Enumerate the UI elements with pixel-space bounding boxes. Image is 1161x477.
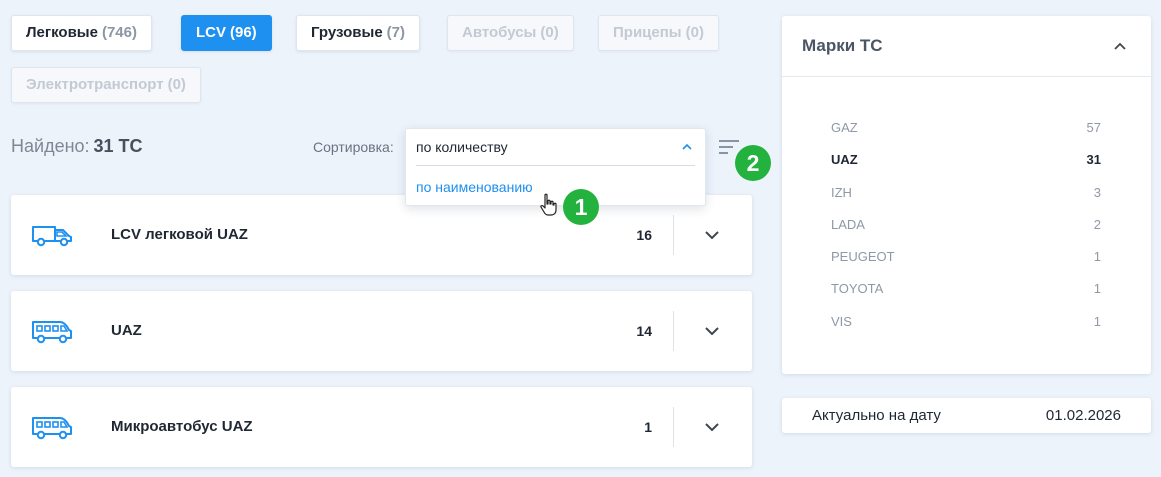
tab-count: (0)	[540, 24, 559, 41]
found-label: Найдено:	[11, 136, 90, 156]
card-divider	[673, 215, 674, 255]
pointer-hand-icon	[540, 193, 557, 216]
tab-label: Грузовые	[311, 24, 383, 41]
brand-name: TOYOTA	[831, 281, 884, 297]
sort-label: Сортировка:	[313, 139, 394, 155]
tab-label: Электротранспорт	[26, 76, 164, 93]
vehicle-card-count: 16	[636, 227, 652, 243]
vehicle-card[interactable]: Микроавтобус UAZ 1	[11, 387, 752, 467]
tab-count: (7)	[386, 24, 406, 41]
brand-name: GAZ	[831, 120, 858, 135]
brands-panel-header[interactable]: Марки ТС	[782, 16, 1151, 77]
tab-trailers: Прицепы (0)	[598, 15, 719, 51]
tab-lcv[interactable]: LCV (96)	[181, 15, 272, 51]
brand-count: 1	[1093, 281, 1101, 297]
brand-item-lada[interactable]: LADA 2	[831, 213, 1101, 245]
brand-item-uaz[interactable]: UAZ 31	[831, 148, 1101, 180]
brand-item-gaz[interactable]: GAZ 57	[831, 116, 1101, 148]
brands-panel-title: Марки ТС	[802, 36, 883, 55]
vehicle-card-title: UAZ	[111, 322, 142, 339]
tab-buses: Автобусы (0)	[447, 15, 574, 51]
brand-name: LADA	[831, 216, 865, 232]
vehicle-card-title: Микроавтобус UAZ	[111, 418, 253, 435]
brand-list: GAZ 57 UAZ 31 IZH 3 LADA 2 PEUGEOT 1 TOY…	[831, 116, 1101, 342]
tab-label: LCV	[196, 24, 226, 41]
brand-item-toyota[interactable]: TOYOTA 1	[831, 277, 1101, 309]
tab-count: (0)	[167, 76, 186, 93]
chevron-down-icon[interactable]	[701, 224, 723, 246]
tab-electric: Электротранспорт (0)	[11, 67, 201, 103]
dropdown-divider	[416, 165, 695, 166]
brand-count: 2	[1093, 216, 1101, 232]
step-badge-2: 2	[735, 145, 771, 181]
brand-item-peugeot[interactable]: PEUGEOT 1	[831, 245, 1101, 277]
chevron-up-icon[interactable]	[681, 141, 693, 153]
tab-count: (96)	[230, 24, 257, 41]
brand-item-izh[interactable]: IZH 3	[831, 181, 1101, 213]
found-summary: Найдено: 31 ТС	[11, 136, 143, 157]
found-value: 31 ТС	[93, 136, 143, 156]
tab-label: Легковые	[26, 24, 98, 41]
chevron-up-icon[interactable]	[1113, 40, 1127, 52]
minibus-icon	[32, 417, 72, 440]
chevron-down-icon[interactable]	[701, 320, 723, 342]
actual-date-value: 01.02.2026	[1045, 407, 1121, 424]
brand-name: IZH	[831, 184, 852, 200]
tab-label: Автобусы	[462, 24, 537, 41]
brand-item-vis[interactable]: VIS 1	[831, 310, 1101, 342]
vehicle-card-count: 14	[636, 323, 652, 339]
tab-trucks[interactable]: Грузовые (7)	[296, 15, 421, 51]
vehicle-card[interactable]: UAZ 14	[11, 291, 752, 371]
tab-label: Прицепы	[613, 24, 682, 41]
tab-passenger[interactable]: Легковые (746)	[11, 15, 152, 51]
van-icon	[32, 226, 72, 247]
brand-name: UAZ	[831, 152, 858, 168]
brand-count: 1	[1093, 249, 1101, 265]
brand-count: 1	[1093, 313, 1101, 329]
actual-date-box: Актуально на дату 01.02.2026	[782, 398, 1151, 433]
brand-name: VIS	[831, 313, 852, 329]
chevron-down-icon[interactable]	[701, 416, 723, 438]
brands-panel: Марки ТС GAZ 57 UAZ 31 IZH 3 LADA 2 PEUG…	[782, 16, 1151, 374]
card-divider	[673, 407, 674, 447]
vehicle-card-title: LCV легковой UAZ	[111, 226, 248, 243]
brand-count: 31	[1086, 152, 1101, 168]
brand-name: PEUGEOT	[831, 249, 895, 265]
brand-count: 57	[1086, 120, 1101, 135]
tab-count: (0)	[685, 24, 704, 41]
brand-count: 3	[1093, 184, 1101, 200]
vehicle-card[interactable]: LCV легковой UAZ 16	[11, 195, 752, 275]
vehicle-card-count: 1	[644, 419, 652, 435]
tab-count: (746)	[101, 24, 137, 41]
actual-date-label: Актуально на дату	[812, 407, 941, 424]
card-divider	[673, 311, 674, 351]
step-badge-1: 1	[563, 189, 599, 225]
minibus-icon	[32, 321, 72, 344]
sort-selected-value[interactable]: по количеству	[406, 129, 705, 166]
